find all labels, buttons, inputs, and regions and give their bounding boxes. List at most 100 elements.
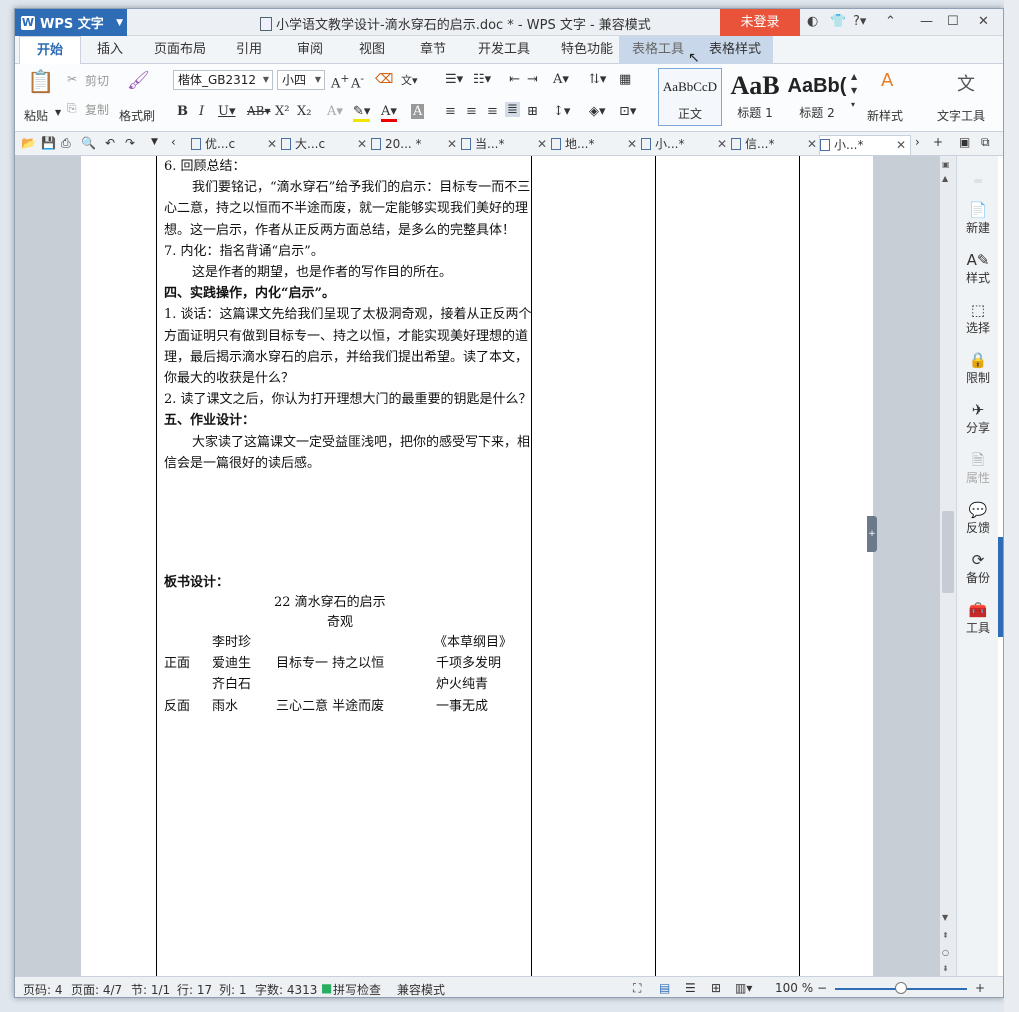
close-icon[interactable]: ✕ [896, 136, 906, 154]
italic-icon[interactable]: I [199, 104, 204, 119]
cut-icon[interactable]: ✂ [67, 72, 77, 86]
shading-icon[interactable]: ◈▾ [589, 104, 606, 119]
phonetic-icon[interactable]: 文▾ [401, 72, 418, 88]
close-icon[interactable]: ✕ [978, 14, 989, 29]
char-shading-icon[interactable]: A [411, 104, 425, 119]
superscript-icon[interactable]: X² [275, 104, 289, 119]
tab-menu-icon[interactable]: ▣ [959, 135, 970, 149]
paste-dropdown-icon[interactable]: ▼ [55, 108, 61, 117]
strikethrough-icon[interactable]: AB▾ [247, 104, 271, 118]
side-feedback-button[interactable]: 💬 反馈 [957, 501, 999, 536]
doc-tab[interactable]: 优...c ✕ [191, 135, 281, 155]
close-icon[interactable]: ✕ [357, 135, 367, 153]
doc-tab[interactable]: 20... * ✕ [371, 135, 461, 155]
side-tools-button[interactable]: 🧰 工具 [957, 601, 999, 636]
doc-tab[interactable]: 地...* ✕ [551, 135, 641, 155]
web-view-icon[interactable]: ⊞ [711, 981, 721, 995]
tab-references[interactable]: 引用 [225, 36, 273, 64]
zoom-out-icon[interactable]: − [817, 981, 827, 995]
undo-icon[interactable]: ↶ [105, 136, 115, 150]
side-backup-button[interactable]: ⟳ 备份 [957, 551, 999, 586]
tab-scroll-right-icon[interactable]: › [915, 135, 920, 149]
tab-home[interactable]: 开始 [19, 36, 81, 65]
copy-button[interactable]: 复制 [85, 101, 109, 118]
font-size-select[interactable]: 小四 ▼ [277, 70, 325, 90]
new-style-icon[interactable]: A [881, 70, 893, 91]
table-grid-icon[interactable]: ▦ [619, 72, 631, 87]
reading-mode-icon[interactable]: ▥▾ [735, 981, 752, 995]
prev-page-icon[interactable]: ⇞ [942, 931, 949, 940]
select-browse-icon[interactable]: ○ [942, 948, 949, 957]
close-icon[interactable]: ✕ [807, 135, 817, 153]
page-view-icon[interactable]: ▤ [659, 981, 670, 995]
close-icon[interactable]: ✕ [267, 135, 277, 153]
align-right-icon[interactable]: ≡ [487, 104, 498, 119]
scroll-up-icon[interactable]: ▲ [942, 174, 948, 183]
tab-table-style[interactable]: 表格样式 [697, 36, 773, 64]
tab-table-tools[interactable]: 表格工具 [619, 36, 697, 64]
text-tools-button[interactable]: 文字工具 [937, 107, 985, 124]
doc-tab[interactable]: 当...* ✕ [461, 135, 551, 155]
tab-insert[interactable]: 插入 [85, 36, 135, 64]
distributed-icon[interactable]: ⊞ [527, 104, 538, 119]
print-preview-icon[interactable]: 🔍 [81, 136, 96, 150]
status-words[interactable]: 字数: 4313 [255, 981, 317, 997]
tab-review[interactable]: 审阅 [285, 36, 335, 64]
subscript-icon[interactable]: X₂ [297, 104, 311, 119]
close-icon[interactable]: ✕ [447, 135, 457, 153]
redo-icon[interactable]: ↷ [125, 136, 135, 150]
tab-chapter[interactable]: 章节 [408, 36, 458, 64]
side-panel-toggle[interactable]: + [867, 516, 877, 552]
board-design[interactable]: 板书设计： 22 滴水穿石的启示 奇观 李时珍 《本草纲目》 正面 爱迪生 目标… [164, 571, 534, 714]
paste-button[interactable]: 粘贴 [24, 107, 48, 124]
new-tab-icon[interactable]: + [933, 135, 943, 149]
split-view-icon[interactable]: ▣ [942, 160, 950, 169]
document-page[interactable]: 6. 回顾总结： 我们要铭记，“滴水穿石”给予我们的启示：目标专一而不三心二意，… [81, 156, 877, 976]
align-center-icon[interactable]: ≡ [466, 104, 477, 119]
new-style-button[interactable]: 新样式 [867, 107, 903, 124]
numbering-icon[interactable]: ☷▾ [473, 72, 491, 87]
format-painter-button[interactable]: 格式刷 [119, 107, 155, 124]
side-restrict-button[interactable]: 🔒 限制 [957, 351, 999, 386]
customize-icon[interactable]: ▼ [151, 137, 158, 147]
copy-icon[interactable]: ⎘ [67, 101, 77, 116]
scrollbar-thumb[interactable] [942, 511, 954, 593]
line-spacing-icon[interactable]: ↕▾ [553, 104, 570, 119]
login-button[interactable]: 未登录 [720, 9, 800, 36]
zoom-level[interactable]: 100 % [775, 981, 813, 995]
clear-format-icon[interactable]: ⌫ [375, 72, 393, 87]
doc-tab[interactable]: 大...c ✕ [281, 135, 371, 155]
doc-tab-current[interactable]: 小...* ✕ [819, 135, 911, 155]
close-icon[interactable]: ✕ [627, 135, 637, 153]
highlight-icon[interactable]: ✎▾ [353, 104, 371, 122]
maximize-icon[interactable]: ☐ [947, 14, 959, 29]
side-select-button[interactable]: ⬚ 选择 [957, 301, 999, 336]
help-icon[interactable]: ?▾ [853, 14, 866, 29]
next-page-icon[interactable]: ⇟ [942, 964, 949, 973]
close-icon[interactable]: ✕ [537, 135, 547, 153]
cut-button[interactable]: 剪切 [85, 72, 109, 89]
lesson-text[interactable]: 6. 回顾总结： 我们要铭记，“滴水穿石”给予我们的启示：目标专一而不三心二意，… [164, 156, 534, 474]
shirt-icon[interactable]: 👕 [830, 14, 846, 29]
increase-indent-icon[interactable]: ⇥ [527, 72, 538, 87]
close-icon[interactable]: ✕ [717, 135, 727, 153]
zoom-in-icon[interactable]: + [975, 981, 985, 995]
save-icon[interactable]: 💾 [41, 136, 56, 150]
window-restore-icon[interactable]: ⧉ [981, 135, 990, 150]
paste-icon[interactable]: 📋 [27, 70, 54, 95]
tab-view[interactable]: 视图 [347, 36, 397, 64]
collapse-ribbon-icon[interactable]: ⌃ [885, 14, 896, 29]
decrease-indent-icon[interactable]: ⇤ [509, 72, 520, 87]
grow-font-icon[interactable]: A+ [331, 72, 349, 91]
text-direction-icon[interactable]: A▾ [553, 72, 569, 87]
style-normal[interactable]: AaBbCcD 正文 [658, 68, 722, 126]
zoom-slider-knob[interactable] [895, 982, 907, 994]
scroll-down-icon[interactable]: ▼ [942, 913, 948, 922]
borders-icon[interactable]: ⊡▾ [619, 104, 636, 119]
open-icon[interactable]: 📂 [21, 136, 36, 150]
minimize-icon[interactable]: — [920, 14, 933, 29]
vertical-scrollbar[interactable]: ▣ ▲ ▼ ⇞ ○ ⇟ [940, 156, 956, 976]
spell-check-button[interactable]: 拼写检查 [333, 981, 381, 997]
align-left-icon[interactable]: ≡ [445, 104, 456, 119]
fullscreen-icon[interactable]: ⛶ [633, 981, 641, 996]
